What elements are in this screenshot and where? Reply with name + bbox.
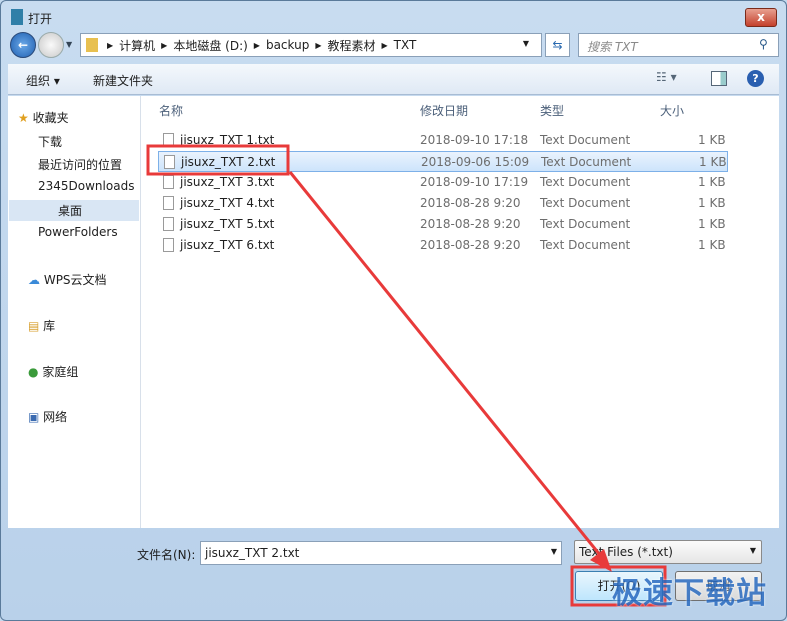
watermark: 极速下载站 — [612, 576, 767, 611]
highlight-selected-file — [146, 144, 290, 176]
annotation-arrow — [288, 171, 602, 556]
arrow-head — [590, 549, 612, 572]
annotation-layer — [146, 144, 667, 607]
